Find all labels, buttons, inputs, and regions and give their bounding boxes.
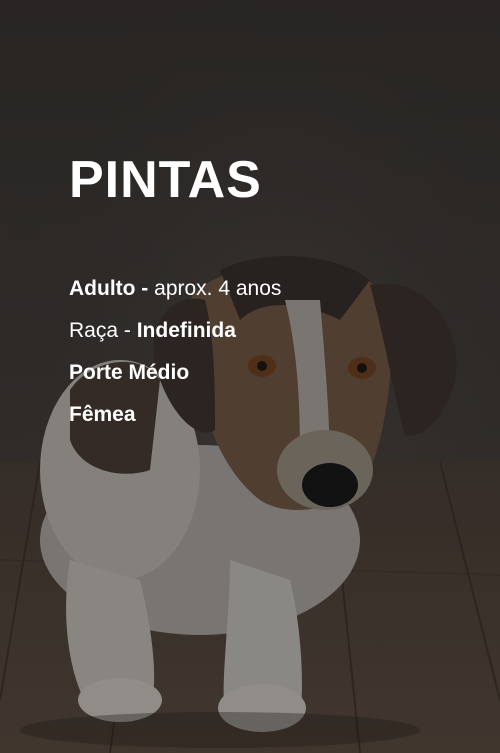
pet-card: PINTAS Adulto - aprox. 4 anos Raça - Ind… xyxy=(0,0,500,753)
sex-line: Fêmea xyxy=(69,403,136,426)
age-label: Adulto - xyxy=(69,277,149,300)
size-line: Porte Médio xyxy=(69,361,190,384)
pet-name: PINTAS xyxy=(69,151,262,209)
breed-line: Raça - Indefinida xyxy=(69,318,236,344)
age-line: Adulto - aprox. 4 anos xyxy=(69,276,281,302)
breed-label: Raça - xyxy=(69,319,131,342)
age-value: aprox. 4 anos xyxy=(154,277,282,300)
breed-value: Indefinida xyxy=(136,319,236,342)
